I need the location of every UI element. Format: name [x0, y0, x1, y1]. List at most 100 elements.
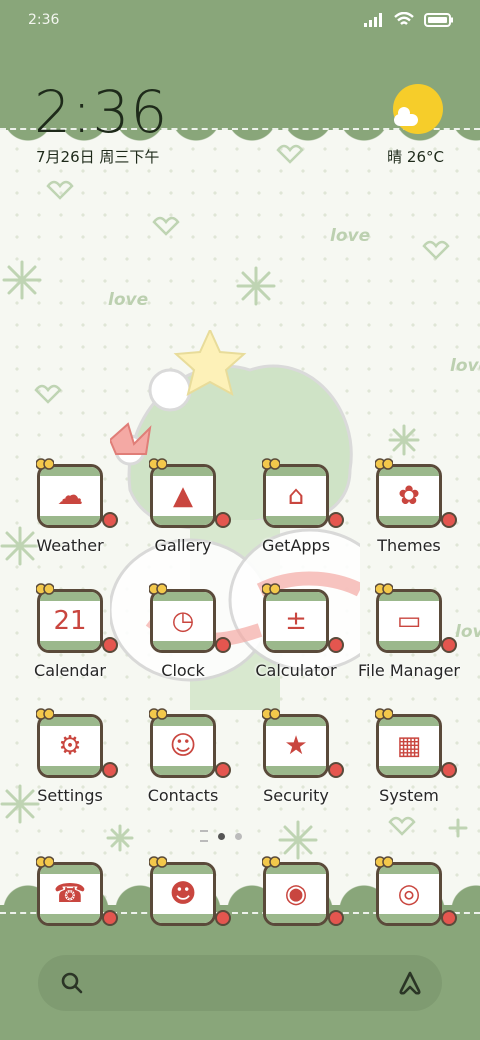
app-tile[interactable]: ✿: [376, 464, 442, 528]
status-time: 2:36: [28, 12, 60, 28]
app-calendar[interactable]: 21 Calendar: [14, 583, 126, 680]
weather-icon: ☁: [57, 481, 83, 511]
berry-decoration-icon: [102, 910, 118, 926]
clock-widget-weather[interactable]: 晴 26°C: [387, 146, 444, 167]
app-tile[interactable]: ◎: [376, 862, 442, 926]
tile-lace: [40, 641, 100, 650]
app-tile[interactable]: ⌂: [263, 464, 329, 528]
page-dot: [235, 832, 242, 840]
berry-decoration-icon: [215, 910, 231, 926]
app-tile[interactable]: 21: [37, 589, 103, 653]
dock-messages[interactable]: ☻: [127, 856, 239, 926]
clock-icon: ◷: [171, 606, 195, 636]
camera-icon: ◎: [397, 879, 421, 909]
tile-lace: [379, 914, 439, 923]
dock-browser[interactable]: ◉: [240, 856, 352, 926]
phone-icon: ☎: [53, 879, 87, 909]
app-tile[interactable]: ☁: [37, 464, 103, 528]
browser-icon: ◉: [284, 879, 308, 909]
bell-decoration-icon: [375, 856, 393, 868]
app-file-manager[interactable]: ▭ File Manager: [353, 583, 465, 680]
app-label: Calculator: [255, 661, 337, 680]
dock-camera[interactable]: ◎: [353, 856, 465, 926]
tile-lace: [379, 766, 439, 775]
tile-lace: [153, 914, 213, 923]
app-tile[interactable]: ◷: [150, 589, 216, 653]
bell-decoration-icon: [36, 583, 54, 595]
app-tile[interactable]: ▲: [150, 464, 216, 528]
app-label: Contacts: [147, 786, 219, 805]
app-themes[interactable]: ✿ Themes: [353, 458, 465, 555]
page-dot-active: [218, 832, 225, 840]
app-label: System: [379, 786, 439, 805]
app-tile[interactable]: ▦: [376, 714, 442, 778]
signal-icon: [364, 13, 382, 27]
bell-decoration-icon: [375, 583, 393, 595]
app-getapps[interactable]: ⌂ GetApps: [240, 458, 352, 555]
app-label: Themes: [377, 536, 441, 555]
status-icons: [364, 12, 454, 28]
bell-decoration-icon: [149, 856, 167, 868]
app-tile[interactable]: ★: [263, 714, 329, 778]
app-label: GetApps: [261, 536, 331, 555]
page-indicator[interactable]: [200, 830, 242, 842]
gallery-icon: ▲: [173, 481, 193, 511]
app-tile[interactable]: ▭: [376, 589, 442, 653]
assistant-icon[interactable]: [396, 969, 424, 997]
berry-decoration-icon: [102, 512, 118, 528]
bell-decoration-icon: [36, 458, 54, 470]
app-tile[interactable]: ☺: [150, 714, 216, 778]
app-label: File Manager: [358, 661, 460, 680]
bell-decoration-icon: [149, 583, 167, 595]
clock-widget-date[interactable]: 7月26日 周三下午: [36, 146, 159, 167]
bell-decoration-icon: [149, 458, 167, 470]
tile-lace: [40, 914, 100, 923]
app-label: Weather: [36, 536, 104, 555]
bell-decoration-icon: [262, 458, 280, 470]
tile-lace: [266, 766, 326, 775]
berry-decoration-icon: [441, 637, 457, 653]
app-tile[interactable]: ⚙: [37, 714, 103, 778]
app-label: Settings: [37, 786, 103, 805]
search-bar[interactable]: [38, 955, 442, 1011]
clock-widget-time[interactable]: 2:36: [34, 78, 168, 146]
app-tile[interactable]: ◉: [263, 862, 329, 926]
tile-lace: [40, 766, 100, 775]
tile-lace: [153, 516, 213, 525]
settings-icon: ⚙: [58, 731, 82, 761]
app-calculator[interactable]: ± Calculator: [240, 583, 352, 680]
berry-decoration-icon: [328, 910, 344, 926]
dock-phone[interactable]: ☎: [14, 856, 126, 926]
bell-decoration-icon: [262, 583, 280, 595]
getapps-icon: ⌂: [287, 481, 305, 511]
app-settings[interactable]: ⚙ Settings: [14, 708, 126, 805]
app-label: Clock: [161, 661, 205, 680]
app-weather[interactable]: ☁ Weather: [14, 458, 126, 555]
wifi-icon: [394, 12, 414, 25]
app-tile[interactable]: ☻: [150, 862, 216, 926]
app-tile[interactable]: ±: [263, 589, 329, 653]
app-clock[interactable]: ◷ Clock: [127, 583, 239, 680]
berry-decoration-icon: [441, 762, 457, 778]
app-contacts[interactable]: ☺ Contacts: [127, 708, 239, 805]
bell-decoration-icon: [36, 856, 54, 868]
app-label: Security: [263, 786, 329, 805]
app-tile[interactable]: ☎: [37, 862, 103, 926]
berry-decoration-icon: [441, 910, 457, 926]
tile-lace: [153, 641, 213, 650]
berry-decoration-icon: [102, 762, 118, 778]
tile-lace: [153, 766, 213, 775]
app-gallery[interactable]: ▲ Gallery: [127, 458, 239, 555]
app-label: Calendar: [34, 661, 106, 680]
battery-icon: [424, 13, 453, 27]
berry-decoration-icon: [441, 512, 457, 528]
system-folder-icon: ▦: [396, 731, 422, 761]
calculator-icon: ±: [285, 606, 307, 636]
search-icon[interactable]: [60, 971, 84, 995]
app-system[interactable]: ▦ System: [353, 708, 465, 805]
berry-decoration-icon: [215, 512, 231, 528]
app-security[interactable]: ★ Security: [240, 708, 352, 805]
berry-decoration-icon: [215, 762, 231, 778]
security-icon: ★: [284, 731, 308, 761]
bell-decoration-icon: [262, 708, 280, 720]
